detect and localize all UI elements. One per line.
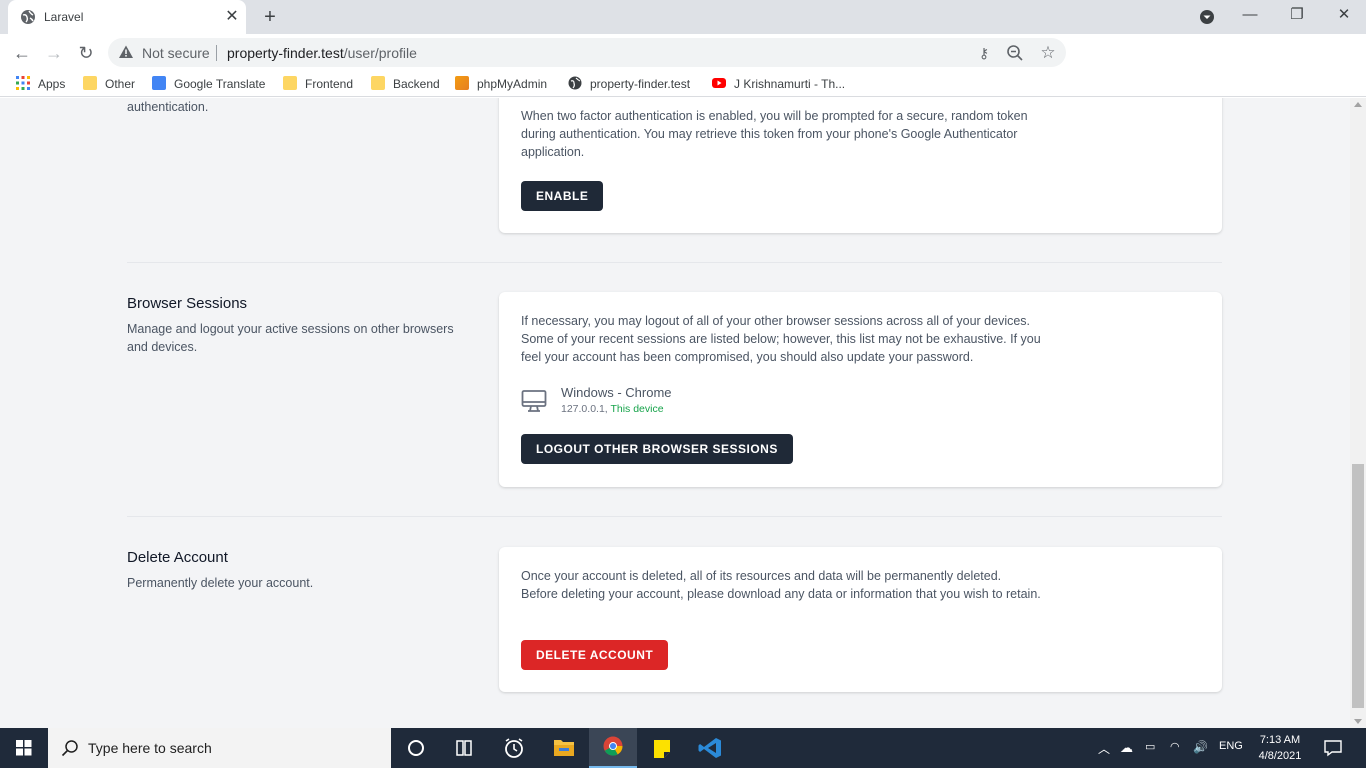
bookmark-label: Google Translate: [174, 77, 266, 91]
security-status[interactable]: Not secure: [142, 45, 210, 61]
section-divider: [127, 262, 1222, 263]
bookmark-star-icon[interactable]: ☆: [1038, 43, 1058, 63]
taskbar-search-placeholder: Type here to search: [88, 740, 212, 756]
delete-account-card: Once your account is deleted, all of its…: [499, 547, 1222, 692]
scroll-down-arrow-icon[interactable]: [1354, 719, 1362, 724]
folder-icon: [371, 76, 385, 90]
clock-date: 4/8/2021: [1258, 750, 1302, 762]
this-device-label: This device: [610, 403, 664, 415]
bookmark-label: Backend: [393, 77, 440, 91]
url-path: /user/profile: [343, 45, 417, 61]
browser-sessions-card: If necessary, you may logout of all of y…: [499, 292, 1222, 487]
browser-tab[interactable]: Laravel ✕: [8, 0, 246, 34]
bookmark-label: Other: [105, 77, 136, 91]
key-icon[interactable]: ⚷: [974, 43, 994, 63]
url-host: property-finder.test: [227, 45, 344, 61]
tab-strip: Laravel ✕ + — ❐ ✕: [0, 0, 1366, 34]
google-translate-icon: [152, 76, 166, 90]
bookmark-label: J Krishnamurti - Th...: [734, 77, 846, 91]
bookmark-frontend[interactable]: Frontend: [283, 75, 353, 93]
apps-grid-icon: [16, 76, 30, 90]
url-text[interactable]: property-finder.test/user/profile: [227, 45, 417, 61]
bookmark-label: Frontend: [305, 77, 354, 91]
bookmark-other[interactable]: Other: [83, 75, 135, 93]
wifi-icon[interactable]: ◠: [1170, 740, 1180, 753]
volume-icon[interactable]: 🔊: [1193, 740, 1208, 754]
youtube-icon: [712, 78, 726, 88]
delete-account-title: Delete Account: [127, 549, 228, 566]
two-factor-description: authentication.: [127, 100, 209, 114]
two-factor-card: When two factor authentication is enable…: [499, 98, 1222, 233]
bookmark-backend[interactable]: Backend: [371, 75, 440, 93]
reload-button[interactable]: ↻: [73, 40, 99, 66]
delete-account-description: Permanently delete your account.: [127, 576, 314, 590]
warning-icon[interactable]: [118, 44, 134, 60]
scrollbar-thumb[interactable]: [1352, 464, 1364, 708]
vscode-icon[interactable]: [687, 728, 735, 768]
logout-other-sessions-button[interactable]: Logout Other Browser Sessions: [521, 434, 793, 464]
bookmark-label: Apps: [38, 77, 66, 91]
restore-window-icon[interactable]: ❐: [1284, 4, 1310, 26]
session-device-name: Windows - Chrome: [561, 385, 672, 400]
delete-account-button[interactable]: Delete Account: [521, 640, 669, 670]
search-icon: [61, 740, 78, 757]
task-view-icon[interactable]: [440, 728, 488, 768]
scroll-up-arrow-icon[interactable]: [1354, 102, 1362, 107]
close-window-icon[interactable]: ✕: [1331, 4, 1357, 26]
forward-button[interactable]: →: [41, 40, 67, 66]
enable-two-factor-button[interactable]: Enable: [521, 181, 604, 211]
desktop-icon: [521, 390, 547, 412]
windows-start-icon[interactable]: [0, 728, 48, 768]
minimize-window-icon[interactable]: —: [1237, 4, 1263, 26]
bookmark-google-translate[interactable]: Google Translate: [152, 75, 265, 93]
cortana-icon[interactable]: [392, 728, 440, 768]
folder-icon: [283, 76, 297, 90]
bookmark-label: property-finder.test: [590, 77, 691, 91]
taskbar-search-box[interactable]: Type here to search: [48, 728, 391, 768]
browser-sessions-description: Manage and logout your active sessions o…: [127, 322, 454, 354]
bookmark-label: phpMyAdmin: [477, 77, 548, 91]
session-meta: 127.0.0.1, This device: [561, 403, 664, 415]
sticky-notes-icon[interactable]: [638, 728, 686, 768]
bookmark-apps[interactable]: Apps: [16, 75, 65, 93]
chrome-taskbar-icon[interactable]: [589, 728, 637, 768]
close-tab-icon[interactable]: ✕: [223, 8, 241, 26]
input-language[interactable]: ENG: [1219, 740, 1243, 752]
alarm-clock-icon[interactable]: [490, 728, 538, 768]
file-explorer-icon[interactable]: [540, 728, 588, 768]
bookmark-phpmyadmin[interactable]: phpMyAdmin: [455, 75, 547, 93]
page-viewport: authentication. When two factor authenti…: [0, 98, 1350, 728]
onedrive-cloud-icon[interactable]: ☁: [1120, 740, 1133, 756]
notification-center-icon[interactable]: [1323, 738, 1343, 758]
bookmark-youtube[interactable]: J Krishnamurti - Th...: [712, 75, 845, 93]
delete-account-body: Once your account is deleted, all of its…: [521, 569, 1041, 601]
two-factor-body: When two factor authentication is enable…: [521, 109, 1028, 159]
new-tab-button[interactable]: +: [258, 6, 282, 28]
bookmarks-bar: Apps Other Google Translate Frontend Bac…: [0, 71, 1366, 97]
clock-time: 7:13 AM: [1259, 734, 1301, 746]
address-bar[interactable]: Not secure property-finder.test/user/pro…: [108, 38, 1066, 67]
browser-toolbar: ← → ↻ Not secure property-finder.test/us…: [0, 34, 1366, 97]
tab-title: Laravel: [44, 10, 84, 24]
section-divider: [127, 516, 1222, 517]
taskbar-clock[interactable]: 7:13 AM 4/8/2021: [1250, 732, 1310, 764]
bookmark-property-finder[interactable]: property-finder.test: [568, 75, 690, 93]
omnibox-separator: [216, 45, 217, 61]
show-hidden-icons-chevron-icon[interactable]: ︿: [1098, 740, 1110, 757]
zoom-out-icon[interactable]: [1006, 44, 1024, 62]
tab-search-icon[interactable]: [1199, 9, 1215, 25]
phpmyadmin-icon: [455, 76, 469, 90]
windows-taskbar: Type here to search ︿ ☁ ▭ ◠ 🔊 ENG 7:13 A…: [0, 728, 1366, 768]
browser-sessions-body: If necessary, you may logout of all of y…: [521, 314, 1041, 364]
browser-sessions-title: Browser Sessions: [127, 295, 248, 312]
globe-icon: [568, 76, 582, 90]
page-scrollbar[interactable]: [1350, 98, 1366, 728]
globe-icon: [21, 10, 35, 24]
folder-icon: [83, 76, 97, 90]
session-ip: 127.0.0.1,: [561, 403, 608, 415]
back-button[interactable]: ←: [9, 40, 35, 66]
battery-icon[interactable]: ▭: [1145, 740, 1155, 753]
